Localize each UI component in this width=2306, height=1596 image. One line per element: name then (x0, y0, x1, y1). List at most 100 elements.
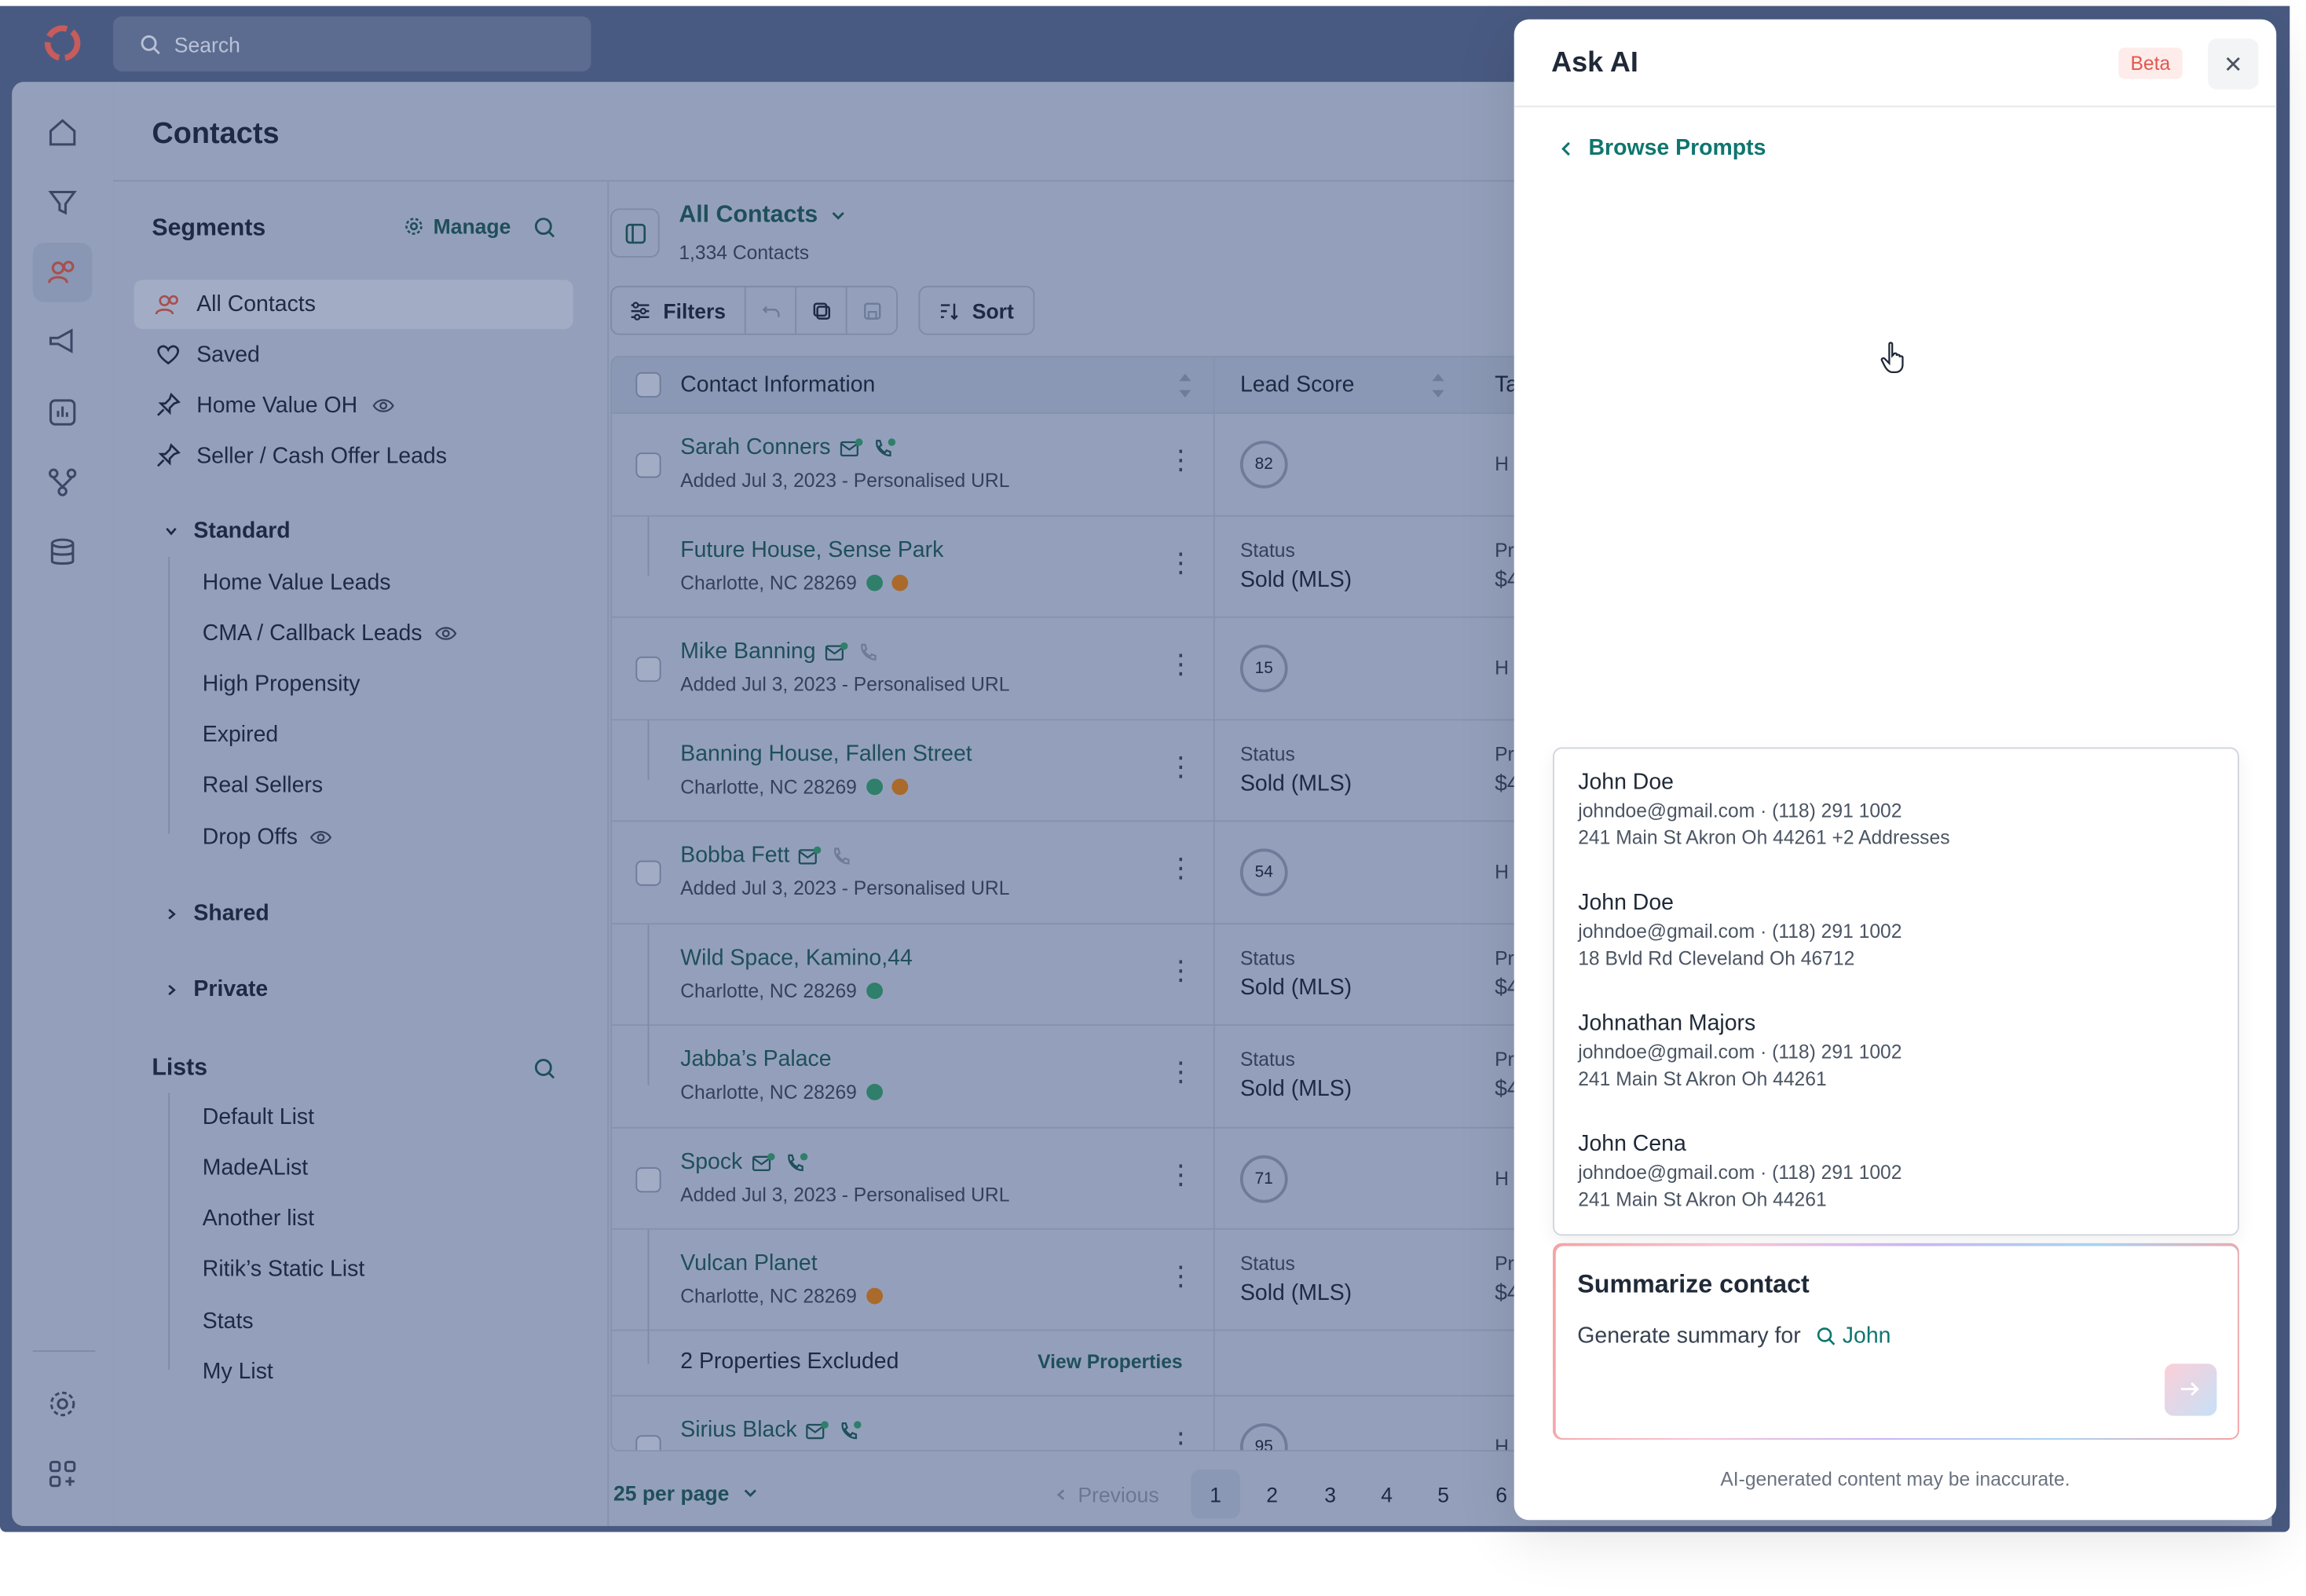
prompt-box[interactable]: Summarize contact Generate summary for J… (1553, 1243, 2239, 1440)
suggestion-item[interactable]: John Cena johndoe@gmail.com · (118) 291 … (1578, 1132, 1902, 1210)
view-properties-link[interactable]: View Properties (1038, 1350, 1182, 1372)
list-item[interactable]: MadeAList (203, 1155, 308, 1181)
row-menu-button[interactable]: ⋮ (1167, 957, 1194, 984)
sort-button[interactable]: Sort (920, 287, 1033, 334)
group-shared-toggle[interactable]: Shared (164, 901, 269, 926)
contact-query-chip[interactable]: John (1816, 1323, 1891, 1348)
global-search-input[interactable]: Search (113, 16, 591, 71)
group-private-toggle[interactable]: Private (164, 976, 268, 1002)
home-icon[interactable] (42, 112, 83, 153)
table-row[interactable]: Sirius Black ⋮ 95 H (612, 1396, 1533, 1451)
page-button[interactable]: 5 (1418, 1470, 1468, 1519)
table-row[interactable]: Vulcan Planet Charlotte, NC 28269 ⋮ Stat… (612, 1229, 1534, 1331)
database-icon[interactable] (42, 532, 83, 573)
table-row[interactable]: Future House, Sense Park Charlotte, NC 2… (612, 516, 1534, 618)
list-item[interactable]: Ritik’s Static List (203, 1257, 364, 1282)
list-item[interactable]: Stats (203, 1309, 254, 1334)
property-name-link[interactable]: Vulcan Planet (680, 1250, 817, 1276)
panel-toggle-button[interactable] (610, 208, 660, 258)
suggestion-item[interactable]: Johnathan Majors johndoe@gmail.com · (11… (1578, 1011, 1902, 1089)
row-checkbox[interactable] (635, 452, 661, 478)
prompt-input[interactable]: Summarize contact Generate summary for J… (1554, 1245, 2237, 1438)
table-row[interactable]: Jabba’s Palace Charlotte, NC 28269 ⋮ Sta… (612, 1025, 1534, 1129)
search-icon[interactable] (533, 216, 557, 240)
row-menu-button[interactable]: ⋮ (1167, 1262, 1194, 1289)
prompt-text[interactable]: Generate summary for John (1577, 1323, 1891, 1348)
close-button[interactable] (2208, 38, 2259, 90)
segment-all-contacts[interactable]: All Contacts (134, 280, 573, 329)
page-button[interactable]: 4 (1362, 1470, 1411, 1519)
table-row[interactable]: Wild Space, Kamino,44 Charlotte, NC 2826… (612, 924, 1534, 1026)
sort-arrows-icon[interactable] (1431, 369, 1446, 402)
gear-icon[interactable] (42, 1383, 83, 1425)
row-menu-button[interactable]: ⋮ (1167, 447, 1194, 474)
segment-item[interactable]: Home Value Leads (203, 570, 391, 595)
table-row[interactable]: Banning House, Fallen Street Charlotte, … (612, 720, 1534, 822)
row-menu-button[interactable]: ⋮ (1167, 753, 1194, 780)
list-item[interactable]: Default List (203, 1104, 314, 1129)
phone-icon (860, 642, 877, 660)
property-name-link[interactable]: Jabba’s Palace (680, 1047, 831, 1072)
suggestion-item[interactable]: John Doe johndoe@gmail.com · (118) 291 1… (1578, 891, 1902, 969)
duplicate-button[interactable] (796, 287, 847, 334)
page-button[interactable]: 2 (1247, 1470, 1297, 1519)
segment-saved[interactable]: Saved (155, 341, 260, 368)
select-all-checkbox[interactable] (635, 372, 661, 398)
apps-add-icon[interactable] (42, 1453, 83, 1495)
row-menu-button[interactable]: ⋮ (1167, 549, 1194, 576)
previous-page-button[interactable]: Previous (1054, 1483, 1159, 1506)
undo-button[interactable] (746, 287, 797, 334)
contacts-icon[interactable] (32, 242, 93, 302)
segment-seller-cash-offer[interactable]: Seller / Cash Offer Leads (155, 442, 447, 469)
segment-item[interactable]: Real Sellers (203, 773, 323, 798)
row-menu-button[interactable]: ⋮ (1167, 855, 1194, 881)
contact-name-link[interactable]: Mike Banning (680, 639, 881, 664)
column-contact[interactable]: Contact Information (680, 372, 875, 397)
contact-name-link[interactable]: Bobba Fett (680, 843, 855, 868)
table-row[interactable]: Sarah Conners Added Jul 3, 2023 - Person… (612, 414, 1534, 517)
contact-name-link[interactable]: Sarah Conners (680, 434, 896, 460)
segment-item[interactable]: High Propensity (203, 672, 361, 697)
view-selector[interactable]: All Contacts (679, 203, 847, 229)
workflow-icon[interactable] (42, 462, 83, 503)
row-menu-button[interactable]: ⋮ (1167, 1161, 1194, 1188)
property-name-link[interactable]: Future House, Sense Park (680, 537, 943, 562)
list-item[interactable]: My List (203, 1360, 273, 1385)
group-standard-toggle[interactable]: Standard (164, 518, 291, 544)
column-lead-score[interactable]: Lead Score (1240, 372, 1354, 397)
browse-prompts-button[interactable]: Browse Prompts (1559, 135, 1766, 161)
segment-item[interactable]: Drop Offs (203, 825, 332, 850)
suggestion-item[interactable]: John Doe johndoe@gmail.com · (118) 291 1… (1578, 770, 1949, 848)
page-button[interactable]: 1 (1191, 1469, 1240, 1519)
row-checkbox[interactable] (635, 656, 661, 683)
sort-arrows-icon[interactable] (1177, 369, 1192, 402)
segment-item[interactable]: Expired (203, 722, 278, 747)
funnel-icon[interactable] (42, 181, 83, 223)
row-menu-button[interactable]: ⋮ (1167, 1059, 1194, 1085)
row-menu-button[interactable]: ⋮ (1167, 1429, 1194, 1451)
reports-icon[interactable] (42, 392, 83, 434)
table-row[interactable]: Mike Banning Added Jul 3, 2023 - Persona… (612, 618, 1534, 721)
megaphone-icon[interactable] (42, 321, 83, 363)
row-checkbox[interactable] (635, 1435, 661, 1451)
search-icon[interactable] (533, 1057, 557, 1081)
row-menu-button[interactable]: ⋮ (1167, 650, 1194, 677)
save-view-button[interactable] (847, 287, 897, 334)
segment-home-value-oh[interactable]: Home Value OH (155, 392, 394, 419)
contact-name-link[interactable]: Sirius Black (680, 1418, 862, 1443)
row-checkbox[interactable] (635, 1167, 661, 1193)
property-name-link[interactable]: Wild Space, Kamino,44 (680, 946, 913, 971)
send-button[interactable] (2164, 1363, 2216, 1415)
table-row[interactable]: Spock Added Jul 3, 2023 - Personalised U… (612, 1129, 1534, 1230)
manage-segments-button[interactable]: Manage (404, 214, 511, 238)
per-page-select[interactable]: 25 per page (613, 1481, 759, 1505)
list-item[interactable]: Another list (203, 1206, 314, 1231)
property-name-link[interactable]: Banning House, Fallen Street (680, 741, 972, 767)
filters-button[interactable]: Filters (612, 287, 746, 334)
page-button[interactable]: 3 (1305, 1470, 1355, 1519)
row-checkbox[interactable] (635, 860, 661, 886)
brand-logo-icon[interactable] (42, 22, 83, 64)
table-row[interactable]: Bobba Fett Added Jul 3, 2023 - Personali… (612, 822, 1534, 925)
contact-name-link[interactable]: Spock (680, 1149, 807, 1175)
segment-item[interactable]: CMA / Callback Leads (203, 620, 456, 646)
